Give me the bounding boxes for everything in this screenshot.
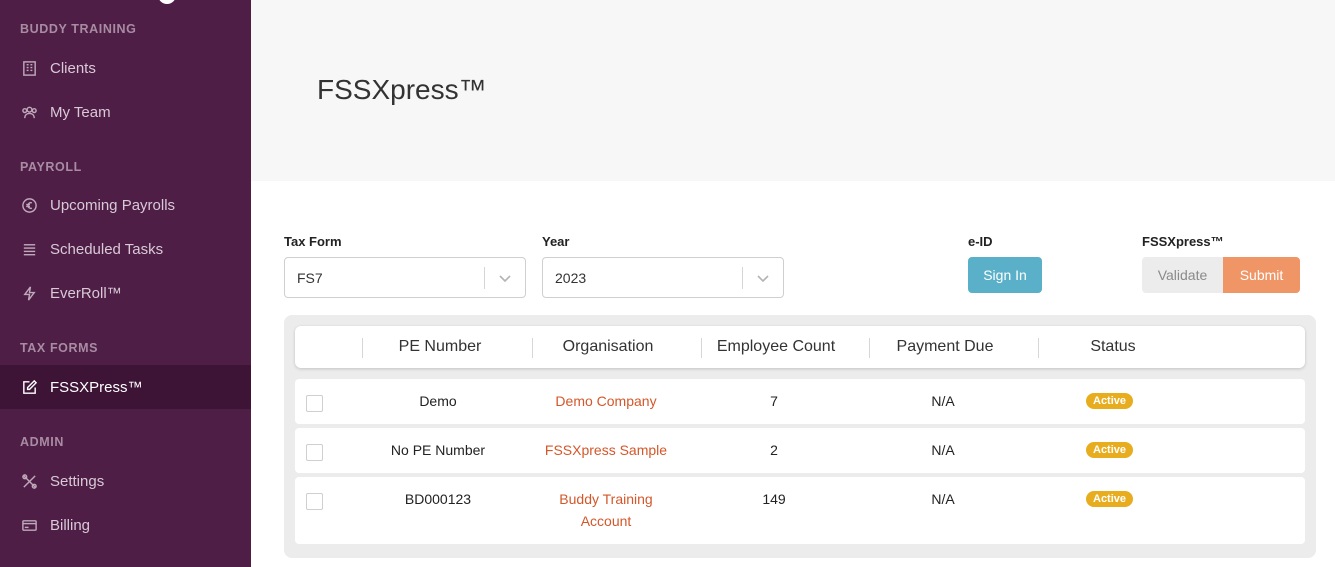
organisation-link[interactable]: FSSXpress Sample <box>531 439 681 461</box>
payment-due-cell: N/A <box>931 442 955 458</box>
column-header-employee-count[interactable]: Employee Count <box>701 326 851 368</box>
tax-form-select[interactable]: FS7 <box>284 257 526 298</box>
tools-icon <box>20 472 38 490</box>
organisation-link[interactable]: Buddy Training <box>531 488 681 510</box>
team-icon <box>20 103 38 121</box>
employee-count-cell: 7 <box>770 393 778 409</box>
fssxpress-label: FSSXpress™ <box>1142 234 1224 249</box>
sidebar-top-indicator <box>158 0 176 4</box>
chevron-down-icon[interactable] <box>743 270 783 286</box>
sidebar-item-clients[interactable]: Clients <box>0 46 251 90</box>
status-badge: Active <box>1086 393 1134 409</box>
page-header: FSSXpress™ <box>251 0 1335 181</box>
sidebar-item-my-team[interactable]: My Team <box>0 90 251 134</box>
table-header: PE Number Organisation Employee Count Pa… <box>295 326 1305 368</box>
sidebar-section-payroll: PAYROLL <box>20 160 82 174</box>
payment-due-cell: N/A <box>931 393 955 409</box>
status-badge: Active <box>1086 491 1134 507</box>
column-header-status[interactable]: Status <box>1038 326 1188 368</box>
column-separator <box>362 338 363 358</box>
sidebar: BUDDY TRAINING Clients My Team PAYROLL U… <box>0 0 251 567</box>
organisation-link[interactable]: Demo Company <box>531 390 681 412</box>
validate-button[interactable]: Validate <box>1142 257 1223 293</box>
sidebar-item-scheduled-tasks[interactable]: Scheduled Tasks <box>0 227 251 271</box>
sidebar-item-billing[interactable]: Billing <box>0 503 251 547</box>
year-value: 2023 <box>555 269 587 286</box>
sidebar-section-tax-forms: TAX FORMS <box>20 341 99 355</box>
page-title: FSSXpress™ <box>317 74 487 105</box>
pe-number-cell: BD000123 <box>404 491 472 507</box>
card-icon <box>20 516 38 534</box>
sidebar-item-upcoming-payrolls[interactable]: Upcoming Payrolls <box>0 183 251 227</box>
year-select[interactable]: 2023 <box>542 257 784 298</box>
sidebar-item-label: EverRoll™ <box>50 284 122 302</box>
sidebar-item-everroll[interactable]: EverRoll™ <box>0 271 251 315</box>
euro-icon <box>20 196 38 214</box>
sidebar-item-label: Billing <box>50 516 91 534</box>
year-label: Year <box>542 234 570 249</box>
sidebar-item-label: My Team <box>50 103 111 121</box>
pe-number-cell: Demo <box>419 393 457 409</box>
chevron-down-icon[interactable] <box>485 270 525 286</box>
organisation-cell: Buddy Training Account <box>531 488 681 532</box>
table-row[interactable]: No PE Number FSSXpress Sample 2 N/A Acti… <box>295 428 1305 473</box>
lightning-icon <box>20 284 38 302</box>
tax-form-label: Tax Form <box>284 234 342 249</box>
organisation-link-line2[interactable]: Account <box>531 510 681 532</box>
row-checkbox[interactable] <box>306 395 323 412</box>
column-header-organisation[interactable]: Organisation <box>533 326 683 368</box>
table-row[interactable]: Demo Demo Company 7 N/A Active <box>295 379 1305 424</box>
building-icon <box>20 59 38 77</box>
sidebar-item-settings[interactable]: Settings <box>0 459 251 503</box>
sidebar-item-label: Clients <box>50 59 96 77</box>
sidebar-section-admin: ADMIN <box>20 435 64 449</box>
table-row[interactable]: BD000123 Buddy Training Account 149 N/A … <box>295 477 1305 544</box>
eid-label: e-ID <box>968 234 993 249</box>
column-header-payment-due[interactable]: Payment Due <box>870 326 1020 368</box>
sign-in-button[interactable]: Sign In <box>968 257 1042 293</box>
edit-icon <box>20 378 38 396</box>
tax-form-value: FS7 <box>297 269 323 286</box>
row-checkbox[interactable] <box>306 444 323 461</box>
sidebar-item-fssxpress[interactable]: FSSXPress™ <box>0 365 251 409</box>
column-header-pe-number[interactable]: PE Number <box>365 326 515 368</box>
sidebar-item-label: FSSXPress™ <box>50 378 143 396</box>
sidebar-item-label: Upcoming Payrolls <box>50 196 176 214</box>
list-icon <box>20 240 38 258</box>
row-checkbox[interactable] <box>306 493 323 510</box>
employee-count-cell: 149 <box>762 491 786 507</box>
pe-table: PE Number Organisation Employee Count Pa… <box>284 315 1316 558</box>
sidebar-item-label: Scheduled Tasks <box>50 240 164 258</box>
sidebar-section-buddy-training: BUDDY TRAINING <box>20 22 137 36</box>
pe-number-cell: No PE Number <box>390 442 486 458</box>
sidebar-item-label: Settings <box>50 472 105 490</box>
status-badge: Active <box>1086 442 1134 458</box>
submit-button[interactable]: Submit <box>1223 257 1300 293</box>
payment-due-cell: N/A <box>931 491 955 507</box>
employee-count-cell: 2 <box>770 442 778 458</box>
